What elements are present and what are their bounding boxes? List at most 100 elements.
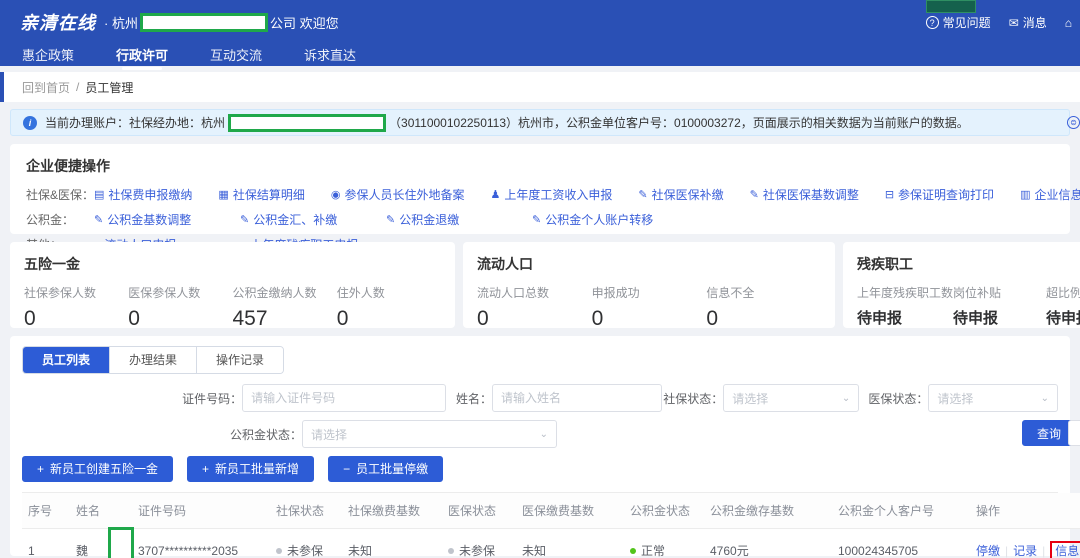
redaction-box-company-name — [140, 13, 268, 32]
stat-value: 0 — [592, 307, 707, 331]
link-label: 社保医保补缴 — [652, 186, 724, 203]
link-fund-base-adjust[interactable]: ✎ 公积金基数调整 — [94, 211, 214, 228]
cell-social-base: 未知 — [342, 529, 442, 558]
link-fund-remit-repay[interactable]: ✎ 公积金汇、补缴 — [240, 211, 360, 228]
printer-icon: ⊟ — [885, 188, 894, 201]
link-nonlocal-residence-record[interactable]: ◉ 参保人员长住外地备案 — [331, 186, 465, 203]
cell-social-status: 未参保 — [270, 529, 342, 558]
stat-value: 0 — [24, 307, 128, 331]
stat-card-five-insurances: 五险一金 社保参保人数 0 医保参保人数 0 公积金缴纳人数 457 住外人数 … — [10, 242, 455, 328]
stat-living-outside: 住外人数 0 — [337, 284, 441, 331]
select-placeholder: 请选择 — [311, 426, 347, 443]
messages-link[interactable]: ✉ 消息 — [1009, 14, 1047, 31]
stat-declare-success: 申报成功 0 — [592, 284, 707, 331]
medical-status-select[interactable]: 请选择 ⌄ — [928, 384, 1058, 412]
cert-number-label: 证件号码： — [22, 390, 242, 407]
link-social-fee-declare[interactable]: ▤ 社保费申报缴纳 — [94, 186, 192, 203]
cell-cert: 3707**********2035 — [132, 529, 270, 558]
col-name: 姓名 — [70, 493, 132, 529]
list-icon: ▦ — [218, 188, 228, 201]
name-input[interactable] — [492, 384, 662, 412]
cell-operations: 停缴|记录|信息变更 — [970, 529, 1080, 558]
link-salary-income-declare[interactable]: ♟ 上年度工资收入申报 — [490, 186, 612, 203]
nav-item-appeal[interactable]: 诉求直达 — [304, 45, 356, 74]
category-label-social: 社保&医保： — [26, 186, 94, 203]
stat-post-subsidy: 岗位补贴 待申报 — [953, 284, 1046, 328]
faq-link[interactable]: ? 常见问题 — [926, 14, 991, 31]
stat-label: 上年度残疾职工数 — [857, 284, 953, 301]
fund-status-select[interactable]: 请选择 ⌄ — [302, 420, 557, 448]
create-five-insurances-button[interactable]: + 新员工创建五险一金 — [22, 456, 173, 482]
link-social-settlement-detail[interactable]: ▦ 社保结算明细 — [218, 186, 304, 203]
switch-account-link[interactable]: ⊜ 切 — [1067, 114, 1080, 131]
enterprise-space-link[interactable]: ⌂ — [1065, 16, 1072, 30]
redaction-box-names — [108, 527, 134, 558]
stop-payment-link[interactable]: 停缴 — [976, 544, 1000, 558]
messages-label: 消息 — [1023, 14, 1047, 31]
link-label: 企业信息变更 — [1034, 186, 1080, 203]
redaction-box-top-right — [926, 0, 976, 13]
button-label: 新员工创建五险一金 — [50, 456, 158, 482]
category-label-fund: 公积金： — [26, 211, 94, 228]
stat-medical-insured: 医保参保人数 0 — [128, 284, 232, 331]
stat-label: 超比例补贴 — [1046, 284, 1080, 301]
info-change-link-highlighted[interactable]: 信息变更 — [1050, 541, 1080, 558]
col-social-status: 社保状态 — [270, 493, 342, 529]
record-link[interactable]: 记录 — [1013, 544, 1037, 558]
link-label: 公积金退缴 — [399, 211, 459, 228]
nav-item-policy[interactable]: 惠企政策 — [22, 45, 74, 74]
col-social-base: 社保缴费基数 — [342, 493, 442, 529]
panel-tabs: 员工列表 办理结果 操作记录 — [22, 346, 284, 374]
notice-suffix: （3011000102250113）杭州市，公积金单位客户号：010000327… — [389, 114, 969, 131]
table-header-row: 序号 姓名 证件号码 社保状态 社保缴费基数 医保状态 医保缴费基数 公积金状态… — [22, 493, 1080, 529]
tab-employee-list[interactable]: 员工列表 — [23, 347, 110, 373]
breadcrumb: 回到首页 / 员工管理 — [0, 72, 1080, 102]
employee-table: 序号 姓名 证件号码 社保状态 社保缴费基数 医保状态 医保缴费基数 公积金状态… — [22, 493, 1080, 558]
link-label: 社保医保基数调整 — [763, 186, 859, 203]
cert-number-input[interactable] — [242, 384, 446, 412]
stat-label: 岗位补贴 — [953, 284, 1046, 301]
stat-value: 0 — [477, 307, 592, 331]
stat-label: 申报成功 — [592, 284, 707, 301]
link-social-medical-base-adjust[interactable]: ✎ 社保医保基数调整 — [750, 186, 859, 203]
plus-icon: + — [37, 456, 44, 482]
social-status-select[interactable]: 请选择 ⌄ — [723, 384, 859, 412]
batch-stop-payment-button[interactable]: − 员工批量停缴 — [328, 456, 443, 482]
faq-label: 常见问题 — [943, 14, 991, 31]
status-dot-gray — [448, 548, 454, 554]
op-separator: | — [1042, 544, 1045, 558]
card-icon: ▤ — [94, 188, 104, 201]
stat-label: 社保参保人数 — [24, 284, 128, 301]
edit-icon: ✎ — [532, 213, 541, 226]
person-icon: ♟ — [490, 188, 500, 201]
link-insurance-cert-print[interactable]: ⊟ 参保证明查询打印 — [885, 186, 994, 203]
edit-icon: ✎ — [94, 213, 103, 226]
link-fund-account-transfer[interactable]: ✎ 公积金个人账户转移 — [532, 211, 653, 228]
tab-processing-result[interactable]: 办理结果 — [110, 347, 197, 373]
app-logo: 亲清在线 — [20, 9, 96, 35]
minus-icon: − — [343, 456, 350, 482]
tab-operation-log[interactable]: 操作记录 — [197, 347, 283, 373]
chart-icon: ▥ — [1020, 188, 1030, 201]
welcome-suffix: 公司 欢迎您 — [270, 13, 339, 32]
stat-value: 457 — [233, 307, 337, 331]
stat-value: 待申报 — [857, 307, 953, 328]
link-company-info-change[interactable]: ▥ 企业信息变更 — [1020, 186, 1080, 203]
stat-title: 残疾职工 — [857, 254, 1080, 274]
stat-value: 0 — [706, 307, 821, 331]
question-icon: ? — [926, 16, 939, 29]
nav-item-admin-permit[interactable]: 行政许可 — [116, 45, 168, 74]
stat-label: 医保参保人数 — [128, 284, 232, 301]
link-social-medical-repay[interactable]: ✎ 社保医保补缴 — [638, 186, 723, 203]
col-medical-base: 医保缴费基数 — [516, 493, 624, 529]
name-label: 姓名： — [446, 390, 492, 407]
col-fund-base: 公积金缴存基数 — [704, 493, 832, 529]
batch-add-employee-button[interactable]: + 新员工批量新增 — [187, 456, 314, 482]
nav-item-interaction[interactable]: 互动交流 — [210, 45, 262, 74]
reset-button[interactable]: 重置 — [1068, 420, 1080, 446]
stats-row: 五险一金 社保参保人数 0 医保参保人数 0 公积金缴纳人数 457 住外人数 … — [10, 242, 1070, 328]
breadcrumb-back-home[interactable]: 回到首页 — [22, 79, 70, 96]
account-notice-bar: i 当前办理账户：社保经办地：杭州 （3011000102250113）杭州市，… — [10, 109, 1070, 136]
link-fund-refund[interactable]: ✎ 公积金退缴 — [386, 211, 506, 228]
employee-table-wrap: 序号 姓名 证件号码 社保状态 社保缴费基数 医保状态 医保缴费基数 公积金状态… — [22, 492, 1058, 558]
